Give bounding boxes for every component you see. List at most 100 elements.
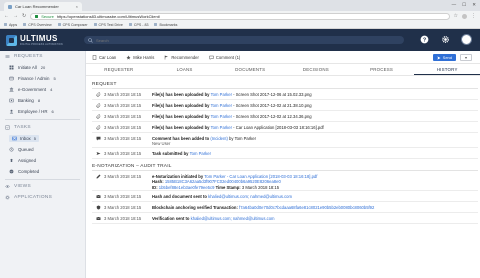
- history-panel: REQUEST 3 March 2018 18:15 File(s) has b…: [92, 80, 478, 278]
- extension-icon[interactable]: [462, 13, 467, 19]
- tab-loans[interactable]: LOANS: [152, 64, 218, 75]
- sidebar: REQUESTS Initiate All 20 Finance / Admin…: [0, 51, 86, 278]
- history-date: 3 March 2018 18:15: [104, 173, 142, 179]
- email-link[interactable]: ; nahmed@ultimus.com: [248, 194, 292, 199]
- bank-icon: [9, 98, 14, 103]
- back-icon[interactable]: ←: [4, 13, 9, 19]
- sidebar-divider: [5, 178, 80, 179]
- sidebar-divider: [5, 119, 80, 120]
- history-detail: - Screen Shot 2017-12-06 at 15.02.33.png: [232, 92, 312, 97]
- browser-menu-icon[interactable]: ⋮: [471, 13, 476, 19]
- timestamp-value: 3 March 2018 18:15: [241, 184, 280, 190]
- sidebar-item-e-government[interactable]: e-Government 4: [0, 84, 85, 95]
- email-link[interactable]: ; nahmed@ultimus.com: [231, 216, 275, 221]
- tab-requester[interactable]: REQUESTER: [86, 64, 152, 75]
- section-title-request: REQUEST: [92, 80, 478, 89]
- count-badge: 6: [51, 109, 54, 114]
- forward-icon[interactable]: →: [13, 13, 18, 19]
- breadcrumb-recommender[interactable]: Recommender: [164, 55, 199, 60]
- bookmark-icon: [23, 23, 27, 26]
- sidebar-item-queued[interactable]: Queued: [0, 144, 85, 155]
- pen-icon: [96, 174, 100, 179]
- history-date: 3 March 2018 18:15: [104, 125, 142, 130]
- bookmark-icon: [128, 23, 132, 26]
- user-link[interactable]: Tom Parker: [204, 174, 225, 179]
- document-link[interactable]: - Car Loan Application [2018-03-03 18:16…: [226, 174, 318, 179]
- user-link[interactable]: Tom Parker: [211, 114, 232, 119]
- bookmark-apps[interactable]: Apps: [4, 23, 17, 27]
- minimize-icon[interactable]: —: [452, 2, 457, 8]
- breadcrumb-user[interactable]: Mike Harris: [126, 55, 154, 60]
- sidebar-item-completed[interactable]: Completed: [0, 166, 85, 177]
- ultimus-logo[interactable]: ULTIMUS DIGITAL PROCESS AUTOMATION: [6, 33, 84, 46]
- tab-decisions[interactable]: DECISIONS: [283, 64, 349, 75]
- breadcrumb-request[interactable]: Car Loan: [92, 55, 116, 60]
- history-action: e-Notarization initiated by: [152, 173, 204, 179]
- search-input[interactable]: [96, 37, 400, 43]
- bookmark-cps-overview[interactable]: CPS Overview: [23, 23, 52, 27]
- maximize-icon[interactable]: ☐: [462, 2, 466, 8]
- logo-name: ULTIMUS: [20, 33, 58, 43]
- document-icon: [92, 54, 97, 60]
- transaction-link[interactable]: f7a64ba0d0e70d0c7bcdaaa68fa6e81c8021e90b…: [239, 205, 374, 210]
- hash-link[interactable]: 1585B18C3A62aa5d3f907FC02ed00400b6a9520E…: [165, 179, 281, 184]
- history-row: 3 March 2018 18:15 e-Notarization initia…: [92, 171, 478, 192]
- window-controls: — ☐ ✕: [452, 2, 476, 8]
- gear-icon[interactable]: [440, 34, 451, 45]
- bookmark-cps-test-drive[interactable]: CPS Test Drive: [93, 23, 123, 27]
- bookmark-icon: [93, 23, 97, 26]
- sidebar-section-requests[interactable]: REQUESTS: [0, 51, 85, 62]
- bookmark-cps-83[interactable]: CPS - 83: [128, 23, 148, 27]
- user-link[interactable]: Tom Parker: [190, 151, 211, 156]
- id-label: ID:: [152, 184, 158, 190]
- finance-icon: [9, 76, 14, 81]
- tab-close-icon[interactable]: ×: [76, 4, 78, 9]
- sidebar-item-inbox[interactable]: Inbox 5: [0, 133, 85, 144]
- tab-process[interactable]: PROCESS: [349, 64, 415, 75]
- star-icon[interactable]: ☆: [454, 13, 458, 19]
- bookmark-cps-composer[interactable]: CPS Composer: [57, 23, 88, 27]
- logo-mark-icon: [6, 34, 17, 46]
- bookmark-folder[interactable]: Bookmarks: [154, 23, 177, 27]
- more-actions-button[interactable]: ▾: [460, 54, 472, 61]
- user-link[interactable]: Tom Parker: [211, 92, 232, 97]
- folder-icon: [154, 23, 158, 26]
- star-icon: [126, 55, 131, 59]
- reload-icon[interactable]: ↻: [22, 13, 26, 19]
- sidebar-item-assigned[interactable]: Assigned: [0, 155, 85, 166]
- history-row: 3 March 2018 18:15 Task submitted by Tom…: [92, 148, 478, 159]
- history-date: 3 March 2018 18:15: [104, 92, 142, 97]
- sidebar-section-views[interactable]: VIEWS: [0, 181, 85, 192]
- send-icon: [437, 55, 441, 60]
- sidebar-item-banking[interactable]: Banking 8: [0, 95, 85, 106]
- user-link[interactable]: Tom Parker: [211, 125, 232, 130]
- browser-address-bar: ← → ↻ Secure https://openstations83.ulti…: [0, 11, 480, 21]
- sidebar-item-finance-admin[interactable]: Finance / Admin 5: [0, 73, 85, 84]
- history-action: File(s) has been uploaded by: [152, 92, 210, 97]
- lock-icon: [35, 14, 39, 18]
- sidebar-section-applications[interactable]: APPLICATIONS: [0, 192, 85, 203]
- paperclip-icon: [95, 125, 100, 130]
- tab-history[interactable]: HISTORY: [414, 64, 480, 75]
- history-row: 3 March 2018 18:15 Comment has been adde…: [92, 133, 478, 148]
- send-button[interactable]: Send: [432, 54, 456, 61]
- email-link[interactable]: khalied@ultimus.com: [208, 194, 248, 199]
- incident-link[interactable]: (Incident): [210, 136, 227, 141]
- breadcrumb-comments[interactable]: Comment (1): [209, 55, 240, 60]
- sidebar-item-initiate-all[interactable]: Initiate All 20: [0, 62, 85, 73]
- help-icon[interactable]: ?: [419, 34, 430, 45]
- sidebar-item-employee-hr[interactable]: Employee / HR 6: [0, 106, 85, 117]
- browser-tab[interactable]: Car Loan Recommender ×: [4, 2, 82, 11]
- header-actions: ?: [419, 34, 472, 45]
- history-row: 3 March 2018 18:15 File(s) has been uplo…: [92, 122, 478, 133]
- url-field[interactable]: Secure https://openstations83.ultimussbe…: [30, 12, 450, 20]
- user-link[interactable]: Tom Parker: [211, 103, 232, 108]
- close-window-icon[interactable]: ✕: [472, 2, 476, 8]
- sidebar-section-tasks[interactable]: TASKS: [0, 122, 85, 133]
- avatar[interactable]: [461, 34, 472, 45]
- id-link[interactable]: 1b5bef88e1eb3ae0fe79ee5c9: [159, 185, 215, 190]
- building-icon: [9, 87, 14, 92]
- email-link[interactable]: khalied@ultimus.com: [191, 216, 231, 221]
- tab-documents[interactable]: DOCUMENTS: [217, 64, 283, 75]
- favicon-icon: [8, 4, 12, 9]
